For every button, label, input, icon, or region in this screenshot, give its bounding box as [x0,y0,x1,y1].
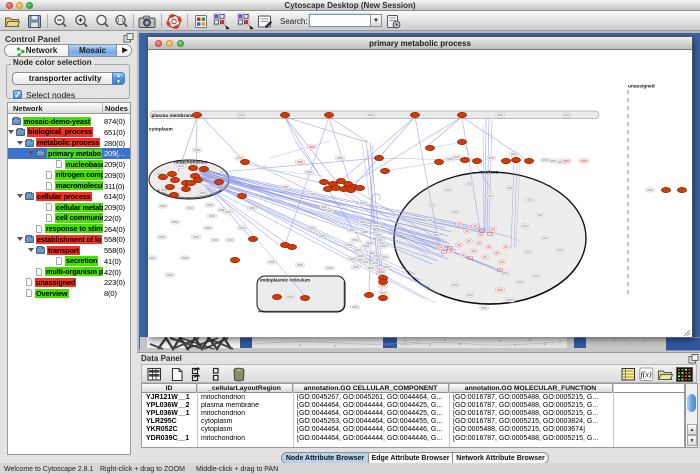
svg-text:endoplasmic reticulum: endoplasmic reticulum [260,278,310,283]
svg-text:f(x): f(x) [640,370,651,379]
svg-text:1:1: 1:1 [117,18,125,24]
svg-text:plasma membrane: plasma membrane [152,113,194,119]
svg-text:unassigned: unassigned [628,84,655,90]
svg-text:nucleus: nucleus [480,170,498,176]
svg-text:cytoplasm: cytoplasm [149,127,173,133]
